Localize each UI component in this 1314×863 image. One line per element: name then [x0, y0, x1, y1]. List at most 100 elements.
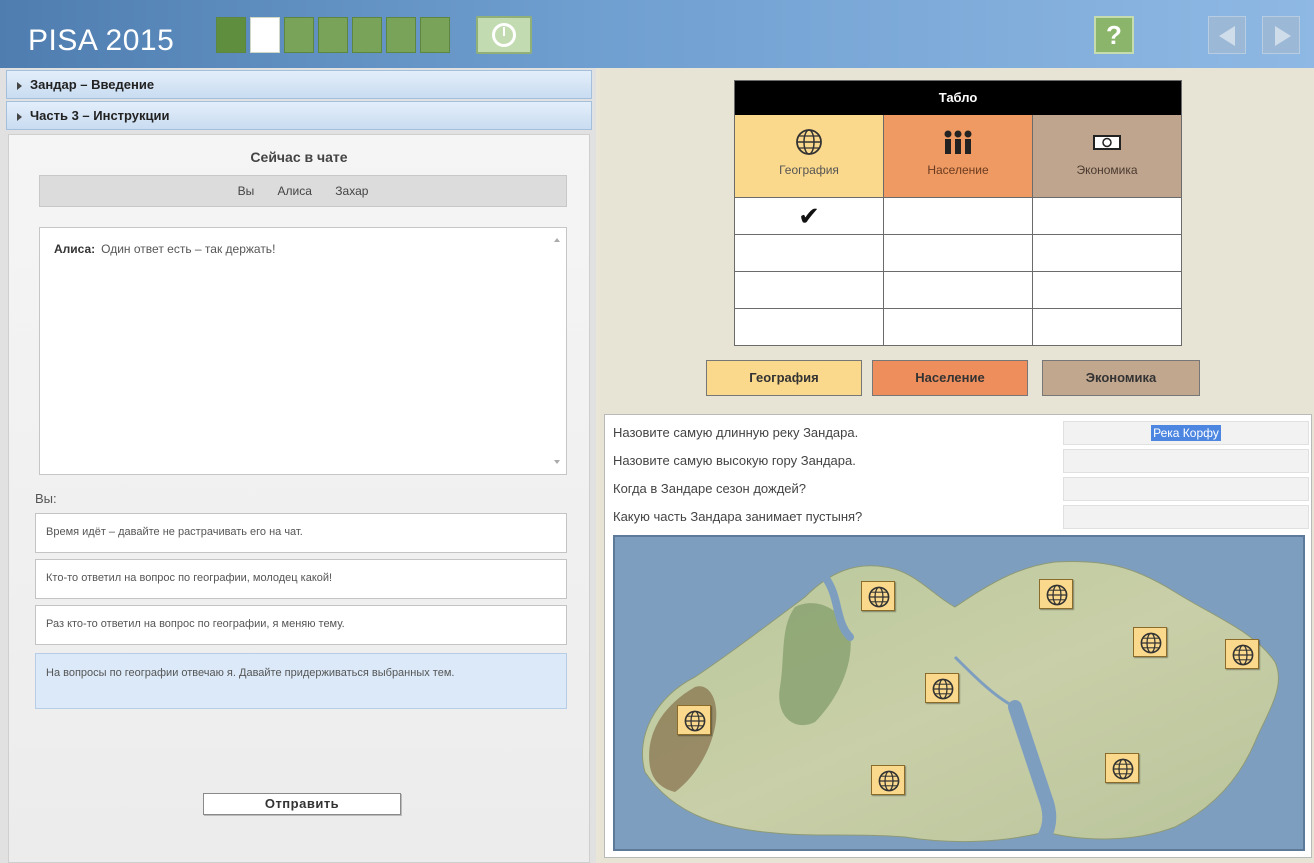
triangle-right-icon [17, 81, 22, 90]
question-row: Какую часть Зандара занимает пустыня? [605, 503, 1311, 531]
scoreboard-title: Табло [735, 81, 1181, 115]
scoreboard-cell [1033, 272, 1181, 308]
participant: Вы [237, 184, 255, 198]
questions-panel: Назовите самую длинную реку Зандара. Рек… [604, 414, 1312, 858]
topic-economy-button[interactable]: Экономика [1042, 360, 1200, 396]
globe-icon [1232, 644, 1254, 666]
scoreboard-cell [884, 235, 1033, 271]
answer-field[interactable] [1063, 477, 1309, 501]
scoreboard-row [735, 308, 1181, 345]
question-text: Назовите самую длинную реку Зандара. [613, 425, 859, 440]
scoreboard-header: География Население Экономика [735, 115, 1181, 197]
response-option-selected[interactable]: На вопросы по географии отвечаю я. Давай… [35, 653, 567, 709]
column-label: Экономика [1076, 163, 1138, 177]
triangle-right-icon [17, 112, 22, 121]
column-label: География [779, 163, 839, 177]
response-option[interactable]: Кто-то ответил на вопрос по географии, м… [35, 559, 567, 599]
participants-bar: Вы Алиса Захар [39, 175, 567, 207]
globe-icon [1112, 758, 1134, 780]
globe-icon [1046, 584, 1068, 606]
question-text: Когда в Зандаре сезон дождей? [613, 481, 807, 496]
scoreboard-cell [735, 309, 884, 345]
scoreboard-cell [1033, 309, 1181, 345]
scoreboard-cell [884, 272, 1033, 308]
scoreboard: Табло География Население Экономика ✔ [734, 80, 1182, 346]
scoreboard-row: ✔ [735, 197, 1181, 234]
checkmark-icon: ✔ [735, 198, 884, 234]
globe-icon [932, 678, 954, 700]
column-population: Население [884, 115, 1033, 197]
right-panel: Табло География Население Экономика ✔ Ге… [600, 68, 1314, 863]
globe-icon [1140, 632, 1162, 654]
scoreboard-cell [735, 235, 884, 271]
answer-field[interactable] [1063, 449, 1309, 473]
globe-marker[interactable] [677, 705, 711, 735]
island-map [613, 535, 1305, 851]
clock-icon [492, 23, 516, 47]
question-text: Какую часть Зандара занимает пустыня? [613, 509, 863, 524]
arrow-left-icon [1219, 26, 1235, 46]
globe-marker[interactable] [1105, 753, 1139, 783]
accordion-label: Часть 3 – Инструкции [30, 108, 170, 123]
progress-segment [284, 17, 314, 53]
globe-marker[interactable] [861, 581, 895, 611]
answer-value: Река Корфу [1151, 425, 1221, 441]
response-option[interactable]: Время идёт – давайте не растрачивать его… [35, 513, 567, 553]
progress-segment [386, 17, 416, 53]
progress-segment [318, 17, 348, 53]
arrow-right-icon [1275, 26, 1291, 46]
question-row: Назовите самую длинную реку Зандара. Рек… [605, 419, 1311, 447]
accordion-label: Зандар – Введение [30, 77, 155, 92]
column-geography: География [735, 115, 884, 197]
topic-population-button[interactable]: Население [872, 360, 1028, 396]
globe-icon [878, 770, 900, 792]
left-panel: Зандар – Введение Часть 3 – Инструкции С… [0, 68, 596, 863]
participant: Захар [335, 184, 369, 198]
progress-segment-current [250, 17, 280, 53]
globe-marker[interactable] [871, 765, 905, 795]
column-label: Население [927, 163, 989, 177]
scoreboard-cell [1033, 198, 1181, 234]
globe-icon [684, 710, 706, 732]
accordion-instructions[interactable]: Часть 3 – Инструкции [6, 101, 592, 130]
answer-field[interactable] [1063, 505, 1309, 529]
you-label: Вы: [35, 491, 57, 506]
response-option[interactable]: Раз кто-то ответил на вопрос по географи… [35, 605, 567, 645]
scoreboard-cell [1033, 235, 1181, 271]
send-button[interactable]: Отправить [203, 793, 401, 815]
message-text: Один ответ есть – так держать! [101, 242, 276, 256]
forward-button[interactable] [1262, 16, 1300, 54]
topic-geography-button[interactable]: География [706, 360, 862, 396]
chat-panel: Сейчас в чате Вы Алиса Захар Алиса: Один … [8, 134, 590, 863]
people-icon [884, 127, 1032, 163]
money-icon [1033, 127, 1181, 163]
globe-marker[interactable] [925, 673, 959, 703]
scroll-down-icon[interactable] [554, 460, 560, 464]
scoreboard-cell [884, 309, 1033, 345]
scoreboard-cell [884, 198, 1033, 234]
question-text: Назовите самую высокую гору Зандара. [613, 453, 856, 468]
accordion-intro[interactable]: Зандар – Введение [6, 70, 592, 99]
column-economy: Экономика [1033, 115, 1181, 197]
app-title: PISA 2015 [28, 24, 175, 57]
participant: Алиса [277, 184, 312, 198]
chat-log[interactable]: Алиса: Один ответ есть – так держать! [39, 227, 567, 475]
question-row: Назовите самую высокую гору Зандара. [605, 447, 1311, 475]
progress-indicator [216, 17, 450, 53]
scoreboard-row [735, 234, 1181, 271]
top-bar: PISA 2015 ? [0, 0, 1314, 68]
timer-button[interactable] [476, 16, 532, 54]
globe-marker[interactable] [1133, 627, 1167, 657]
progress-segment [420, 17, 450, 53]
chat-title: Сейчас в чате [250, 149, 348, 165]
back-button[interactable] [1208, 16, 1246, 54]
scroll-up-icon[interactable] [554, 238, 560, 242]
globe-marker[interactable] [1225, 639, 1259, 669]
answer-field[interactable]: Река Корфу [1063, 421, 1309, 445]
progress-segment [216, 17, 246, 53]
island-terrain [641, 560, 1279, 849]
help-button[interactable]: ? [1094, 16, 1134, 54]
globe-marker[interactable] [1039, 579, 1073, 609]
chat-message: Алиса: Один ответ есть – так держать! [54, 242, 552, 256]
scoreboard-cell [735, 272, 884, 308]
